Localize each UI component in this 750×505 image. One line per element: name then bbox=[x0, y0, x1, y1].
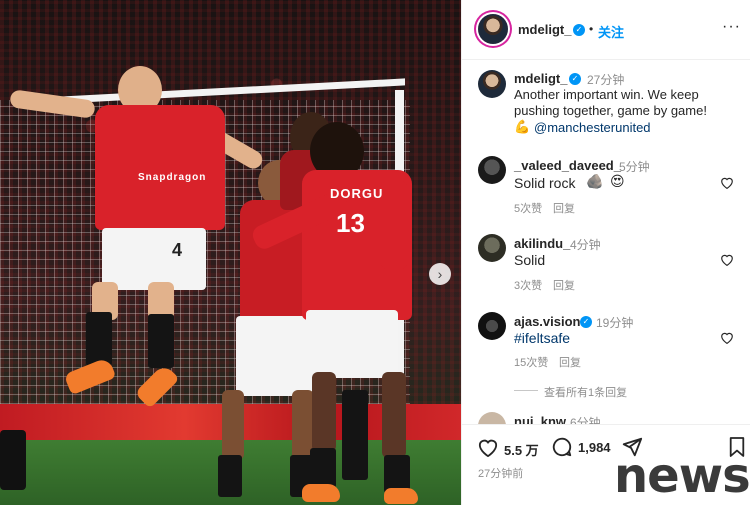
post-header: mdeligt_ ✓ • 关注 ··· bbox=[462, 0, 750, 60]
comment-reply-button[interactable]: 回复 bbox=[553, 200, 575, 216]
header-separator: • bbox=[589, 22, 594, 36]
comment-like-heart-icon[interactable] bbox=[720, 331, 734, 344]
caption-line-2: pushing together, game by game! bbox=[514, 103, 707, 118]
caption-time: 27分钟 bbox=[587, 73, 625, 87]
comment-text: Solid rock bbox=[514, 175, 576, 191]
comment-username[interactable]: _valeed_daveed_ bbox=[514, 158, 621, 173]
jersey-number: 13 bbox=[336, 208, 365, 238]
comment-reply-button[interactable]: 回复 bbox=[559, 354, 581, 370]
post-panel: mdeligt_ ✓ • 关注 ··· mdeligt_ ✓ 27分钟 Anot… bbox=[461, 0, 750, 505]
flexed-biceps-icon: 💪 bbox=[514, 119, 531, 134]
caption-line-1: Another important win. We keep bbox=[514, 87, 699, 102]
comment-like-count[interactable]: 5次赞 bbox=[514, 200, 542, 216]
caption-avatar[interactable] bbox=[478, 70, 506, 98]
follow-button[interactable]: 关注 bbox=[598, 22, 624, 41]
next-photo-button[interactable]: › bbox=[429, 263, 451, 285]
comment-count[interactable]: 1,984 bbox=[578, 440, 611, 455]
comment-avatar[interactable] bbox=[478, 312, 506, 340]
like-count[interactable]: 5.5 万 bbox=[504, 440, 539, 459]
view-replies-button[interactable]: 查看所有1条回复 bbox=[544, 384, 627, 400]
shirt-sponsor: Snapdragon bbox=[138, 172, 207, 183]
caption-mention-link[interactable]: @manchesterunited bbox=[534, 120, 651, 135]
more-options-icon[interactable]: ··· bbox=[722, 18, 741, 36]
comment-avatar[interactable] bbox=[478, 234, 506, 262]
comment-time: 19分钟 bbox=[596, 316, 634, 330]
news-watermark: news bbox=[614, 448, 750, 504]
comment-time: 4分钟 bbox=[570, 238, 601, 252]
verified-badge-icon: ✓ bbox=[580, 316, 592, 328]
posted-time: 27分钟前 bbox=[478, 468, 524, 480]
comment-text: Solid bbox=[514, 252, 546, 268]
comment-avatar[interactable] bbox=[478, 156, 506, 184]
comment-hashtag-link[interactable]: #ifeltsafe bbox=[514, 330, 570, 346]
post-photo: Snapdragon 4 DORGU 13 › bbox=[0, 0, 461, 505]
comment-username[interactable]: ajas.vision bbox=[514, 314, 580, 329]
chevron-right-icon: › bbox=[437, 266, 443, 282]
jersey-name: DORGU bbox=[330, 186, 384, 201]
rock-emoji-icon: 🪨 bbox=[586, 173, 604, 189]
shorts-number: 4 bbox=[172, 240, 183, 260]
heart-eyes-emoji-icon: 😍 bbox=[610, 173, 625, 189]
caption-text: Another important win. We keep pushing t… bbox=[514, 87, 739, 119]
verified-badge-icon: ✓ bbox=[569, 73, 581, 85]
author-avatar[interactable] bbox=[478, 14, 508, 44]
like-heart-icon[interactable] bbox=[477, 437, 499, 457]
pitch-camera bbox=[0, 430, 26, 490]
comment-like-heart-icon[interactable] bbox=[720, 253, 734, 266]
author-username[interactable]: mdeligt_ bbox=[518, 22, 571, 37]
comment-like-count[interactable]: 15次赞 bbox=[514, 354, 548, 370]
comment-like-heart-icon[interactable] bbox=[720, 176, 734, 189]
comment-bubble-icon[interactable] bbox=[551, 436, 573, 458]
comment-reply-button[interactable]: 回复 bbox=[553, 277, 575, 293]
comment-like-count[interactable]: 3次赞 bbox=[514, 277, 542, 293]
verified-badge-icon: ✓ bbox=[573, 24, 585, 36]
view-replies-line bbox=[514, 390, 538, 391]
caption-username[interactable]: mdeligt_ bbox=[514, 71, 567, 86]
comment-username[interactable]: akilindu_ bbox=[514, 236, 570, 251]
